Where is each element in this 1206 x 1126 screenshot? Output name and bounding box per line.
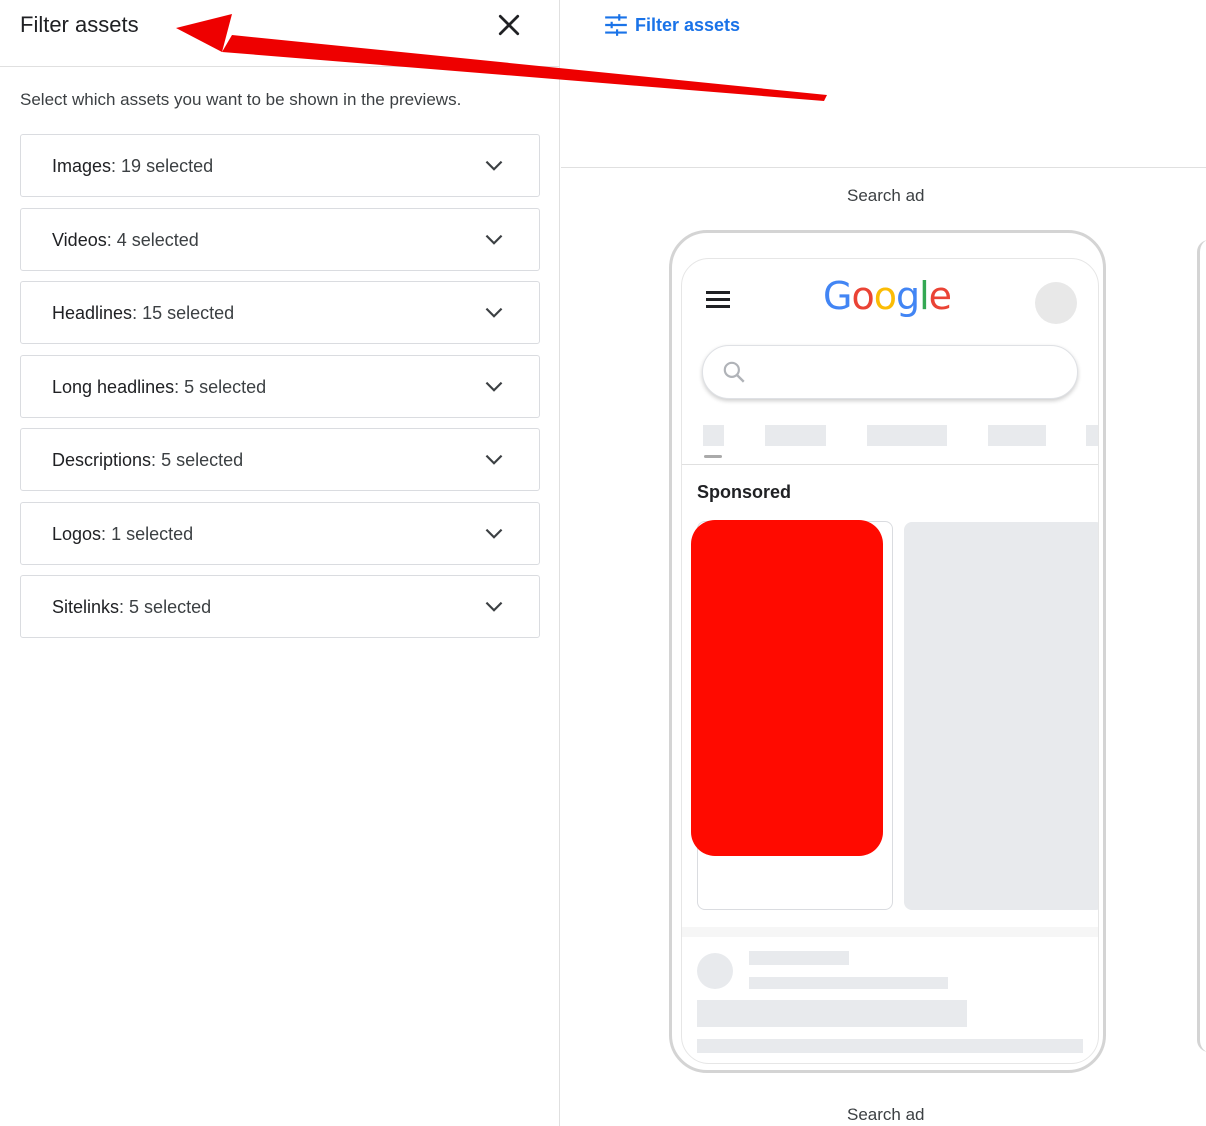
filter-label: Logos: 1 selected [52,523,194,544]
filter-label: Long headlines: 5 selected [52,376,267,397]
search-icon [723,361,745,383]
filter-sitelinks[interactable]: Sitelinks: 5 selected [20,575,540,638]
filter-descriptions[interactable]: Descriptions: 5 selected [20,428,540,491]
redacted-ad-image [691,520,883,856]
text-placeholder [697,1039,1083,1053]
filter-label: Videos: 4 selected [52,229,199,250]
chevron-down-icon[interactable] [481,594,507,620]
text-placeholder [749,951,849,965]
filter-label: Headlines: 15 selected [52,303,235,323]
filter-name: Images [52,156,112,176]
filter-logos[interactable]: Logos: 1 selected [20,501,540,565]
filter-label: Descriptions: 5 selected [52,450,244,470]
filter-images[interactable]: Images: 19 selected [20,134,540,197]
filter-value: 15 selected [142,303,235,323]
filter-long-headlines[interactable]: Long headlines: 5 selected [20,354,540,418]
preview-area: Filter assets Search ad Google Sponsored [561,0,1206,1126]
phone-screen: Google Sponsored [681,258,1099,1064]
preview-toolbar: Filter assets [561,0,1206,168]
google-logo-letter: o [873,274,897,318]
panel-title: Filter assets [20,12,139,37]
hamburger-menu-icon[interactable] [706,291,732,313]
close-icon [498,14,520,36]
chevron-down-icon[interactable] [481,521,507,547]
search-input[interactable] [702,345,1078,399]
google-logo-letter: G [823,274,852,318]
chevron-down-icon[interactable] [481,447,507,473]
filter-assets-button-label: Filter assets [635,14,741,35]
chevron-down-icon[interactable] [481,227,507,253]
chevron-down-icon[interactable] [481,300,507,326]
filter-name: Videos [52,229,107,250]
filter-assets-panel: Filter assets Select which assets you wa… [0,0,560,1126]
text-placeholder [749,977,948,989]
filter-name: Long headlines [52,376,175,397]
filter-name: Headlines [52,303,133,323]
filter-value: 1 selected [111,523,194,544]
filter-value: 5 selected [184,376,267,397]
section-separator [682,927,1098,937]
close-button[interactable] [494,10,524,40]
tab-placeholder [703,425,724,446]
panel-description: Select which assets you want to be shown… [20,90,462,109]
sponsored-label: Sponsored [697,482,792,502]
google-logo-text: Google [823,274,952,318]
tune-icon [605,14,627,36]
filter-assets-button[interactable]: Filter assets [603,10,740,40]
filter-name: Sitelinks [52,597,120,617]
preview-caption: Search ad [847,1105,925,1124]
google-logo: Google [823,274,952,318]
tab-indicator [704,455,722,458]
google-logo-letter: e [928,274,952,318]
panel-header: Filter assets [0,0,560,67]
filter-value: 19 selected [121,156,214,176]
google-logo-letter: o [851,274,874,318]
tab-placeholder [988,425,1046,446]
filter-value: 5 selected [129,597,212,617]
tab-placeholder [1086,425,1098,446]
filter-name: Logos [52,523,102,544]
filter-label: Images: 19 selected [52,156,214,176]
filter-headlines[interactable]: Headlines: 15 selected [20,281,540,344]
chevron-down-icon[interactable] [481,374,507,400]
filter-value: 5 selected [161,450,244,470]
filter-value: 4 selected [116,229,199,250]
chevron-down-icon[interactable] [481,153,507,179]
avatar[interactable] [1035,282,1077,324]
preview-caption: Search ad [847,186,925,205]
google-logo-letter: l [919,274,930,318]
divider [682,464,1098,465]
filter-name: Descriptions [52,450,152,470]
next-phone-edge [1197,240,1206,1052]
filter-label: Sitelinks: 5 selected [52,597,212,617]
filter-list: Images: 19 selected Videos: 4 selected H… [20,134,540,649]
ad-card-placeholder [904,522,1098,910]
tab-placeholder [765,425,826,446]
tab-placeholder [867,425,947,446]
google-logo-letter: g [895,274,920,318]
result-avatar-placeholder [697,953,733,989]
text-placeholder [697,1000,967,1027]
filter-videos[interactable]: Videos: 4 selected [20,207,540,271]
phone-mockup: Google Sponsored [669,230,1106,1073]
